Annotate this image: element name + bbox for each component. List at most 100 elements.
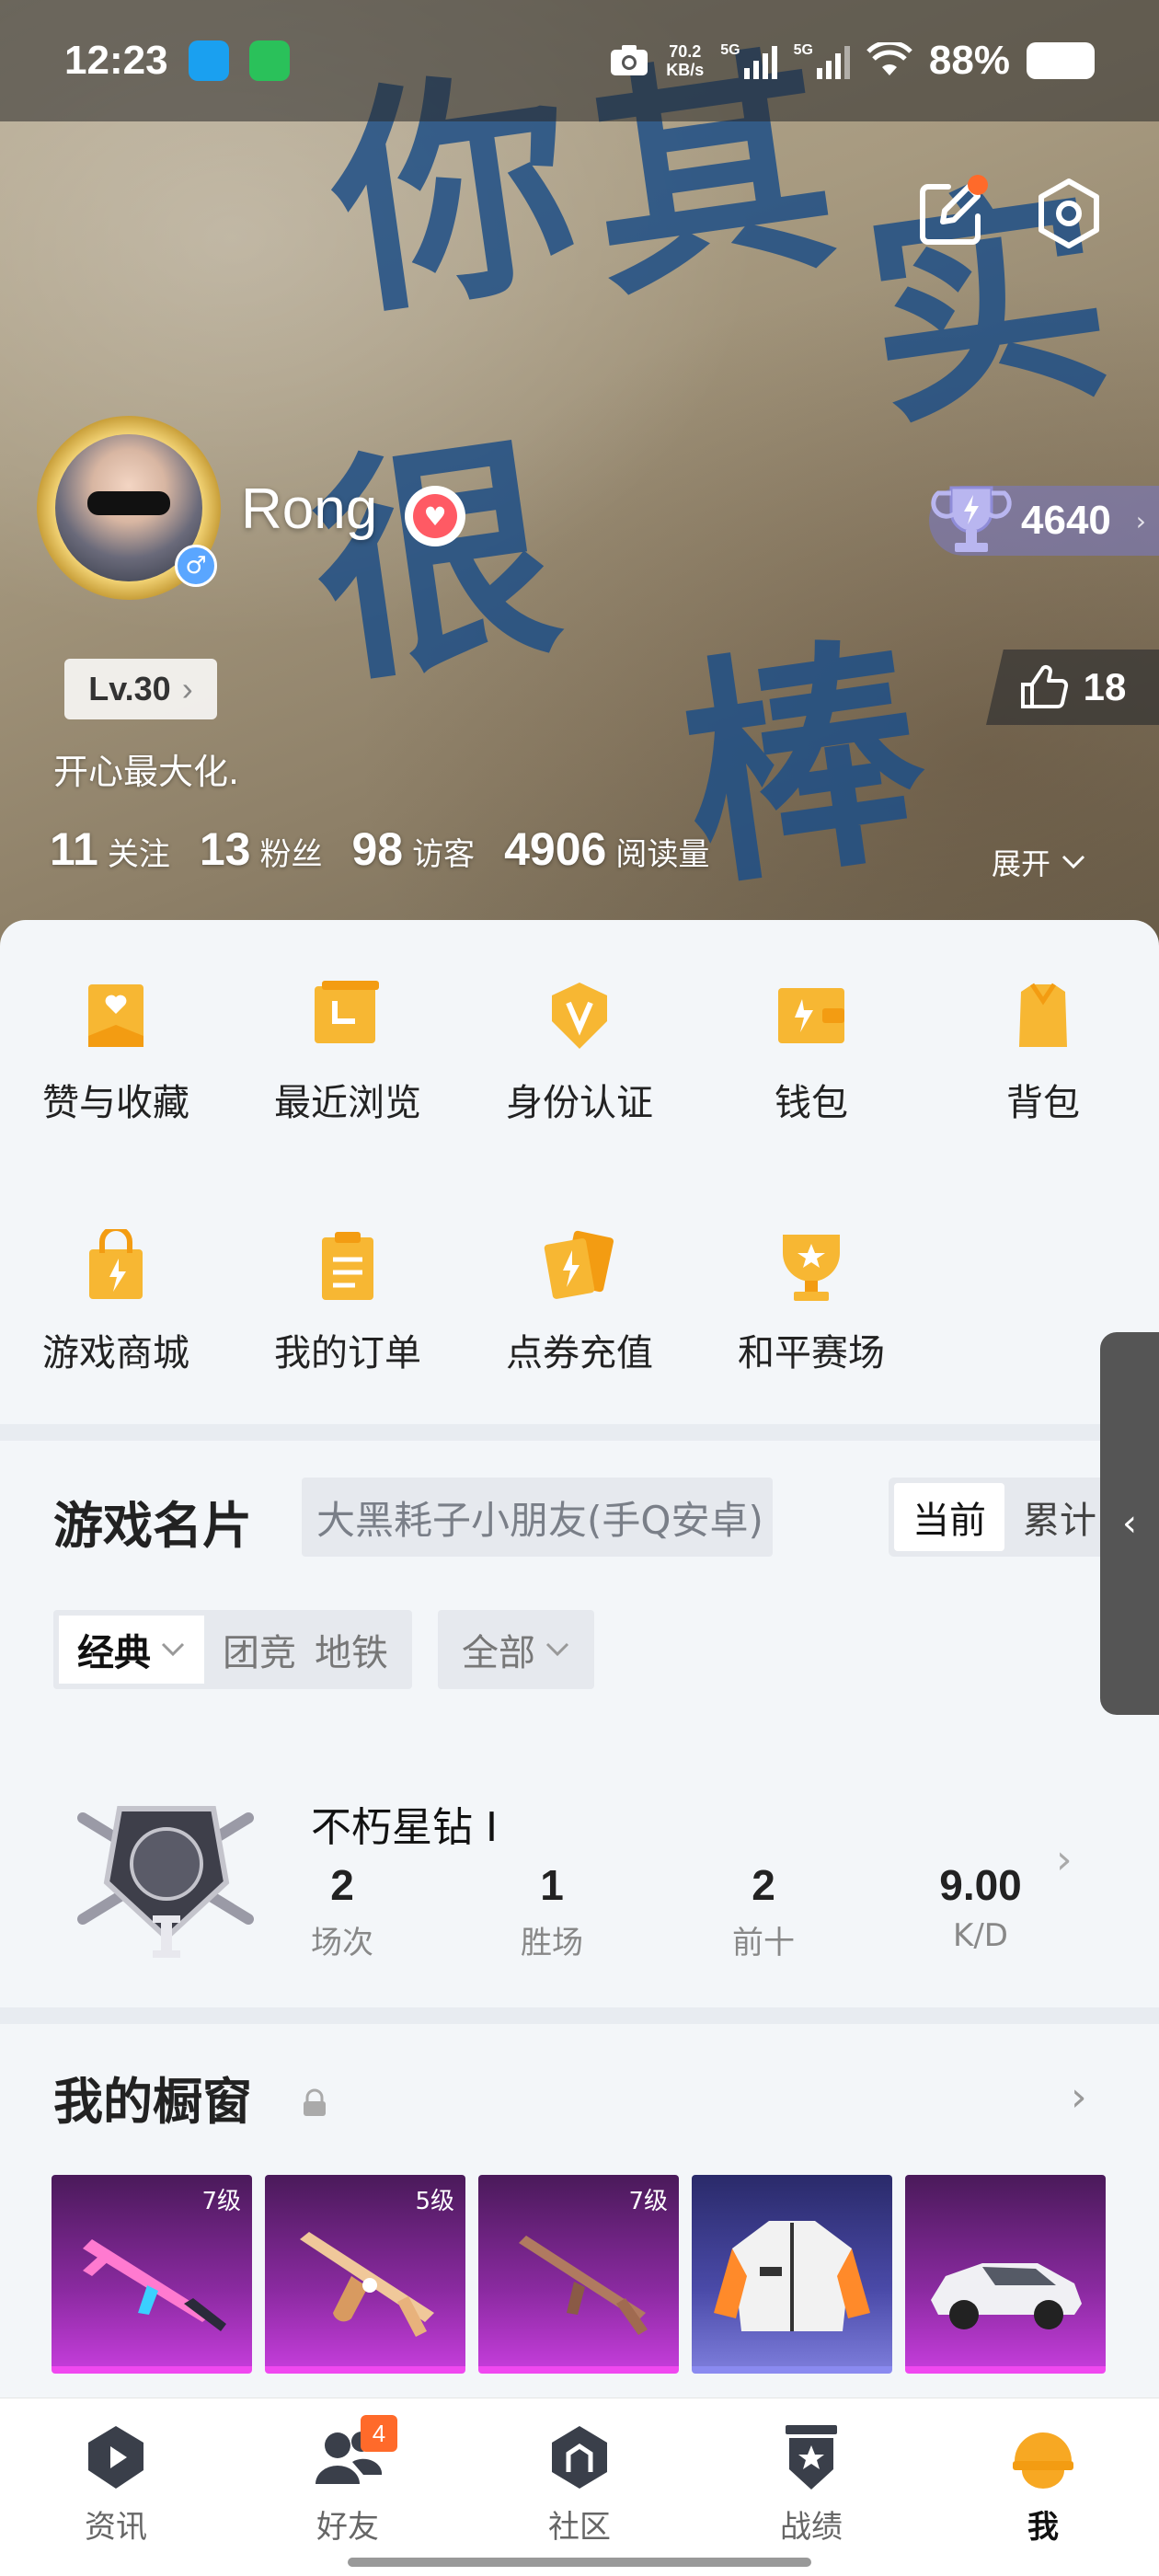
stat-number: 13 xyxy=(199,823,251,875)
trophy-score-pill[interactable]: 4640 › xyxy=(929,486,1159,556)
thumbs-up-icon xyxy=(1020,665,1068,708)
male-gender-icon: ♂ xyxy=(175,545,217,587)
browser-app-icon xyxy=(188,40,229,81)
stat-label: 场次 xyxy=(311,1925,373,1961)
qa-game-shop[interactable]: 游戏商城 xyxy=(0,1227,232,1376)
stat-kd: 9.00 K/D xyxy=(889,1860,1073,1954)
nav-label: 战绩 xyxy=(780,2509,843,2546)
stat-wins: 1 胜场 xyxy=(460,1860,644,1962)
battery-percent: 88% xyxy=(928,38,1010,83)
rank-emblem-icon xyxy=(77,1806,254,1958)
arena-icon xyxy=(773,1227,850,1305)
signal-icon: 5G xyxy=(794,42,850,79)
nav-community[interactable]: 社区 xyxy=(464,2421,695,2547)
stat-label: 前十 xyxy=(732,1925,795,1961)
level-text: Lv.30 xyxy=(88,670,171,707)
qa-peace-arena[interactable]: 和平赛场 xyxy=(695,1227,927,1376)
nav-record[interactable]: 战绩 xyxy=(695,2421,927,2547)
network-speed-value: 70.2 xyxy=(669,42,702,61)
segment-current[interactable]: 当前 xyxy=(894,1483,1004,1551)
qa-my-orders[interactable]: 我的订单 xyxy=(232,1227,464,1376)
stat-following[interactable]: 11 关注 xyxy=(50,822,170,876)
nav-label: 资讯 xyxy=(85,2509,147,2546)
chevron-down-icon xyxy=(1061,855,1085,869)
showcase-item[interactable]: 7级 xyxy=(52,2175,252,2374)
scope-filter[interactable]: 全部 xyxy=(438,1610,594,1689)
filter-metro[interactable]: 地铁 xyxy=(315,1616,407,1684)
qa-label: 最近浏览 xyxy=(274,1082,421,1124)
stat-value: 2 xyxy=(330,1861,354,1909)
side-drawer-handle[interactable]: ‹ xyxy=(1100,1332,1159,1715)
status-bar: 12:23 70.2 KB/s 5G 5G 88% xyxy=(0,0,1159,121)
rank-summary-row[interactable]: 不朽星钻 I 2 场次 1 胜场 2 前十 9.00 K/D › xyxy=(0,1766,1159,1996)
quick-actions-card: 赞与收藏 最近浏览 身份认证 钱包 背包 游戏商城 我的订单 点券充值 和平赛场 xyxy=(0,920,1159,1417)
avatar[interactable]: ♂ xyxy=(37,416,221,600)
rifle-icon xyxy=(83,2239,226,2331)
status-time: 12:23 xyxy=(64,38,168,83)
qa-coupon-recharge[interactable]: 点券充值 xyxy=(464,1227,695,1376)
nav-news[interactable]: 资讯 xyxy=(0,2421,232,2547)
qa-backpack[interactable]: 背包 xyxy=(927,977,1159,1126)
stat-top10: 2 前十 xyxy=(671,1860,855,1962)
nav-label: 社区 xyxy=(548,2509,611,2546)
qa-likes-favorites[interactable]: 赞与收藏 xyxy=(0,977,232,1126)
news-icon xyxy=(79,2421,153,2494)
settings-button[interactable] xyxy=(1030,175,1107,252)
stat-reads[interactable]: 4906 阅读量 xyxy=(504,822,709,876)
calligraphy-char: 实 xyxy=(849,149,1126,461)
showcase-item[interactable]: 7级 xyxy=(478,2175,679,2374)
heart-icon: ♥ xyxy=(413,494,457,538)
filter-classic[interactable]: 经典 xyxy=(59,1616,204,1684)
friends-badge: 4 xyxy=(361,2415,397,2452)
qa-recent-views[interactable]: 最近浏览 xyxy=(232,977,464,1126)
showcase-item[interactable] xyxy=(692,2175,892,2374)
stat-followers[interactable]: 13 粉丝 xyxy=(200,822,323,876)
level-badge[interactable]: Lv.30 › xyxy=(64,659,217,719)
stat-number: 4906 xyxy=(504,823,607,875)
network-speed-unit: KB/s xyxy=(666,61,705,79)
showcase-item[interactable]: 5级 xyxy=(265,2175,465,2374)
segment-cumulative[interactable]: 累计 xyxy=(1004,1483,1115,1551)
trophy-icon xyxy=(931,486,1012,552)
stat-matches: 2 场次 xyxy=(250,1860,434,1962)
heart-badge[interactable]: ♥ xyxy=(405,486,465,546)
stat-label: 胜场 xyxy=(521,1925,583,1961)
qa-label: 赞与收藏 xyxy=(42,1082,189,1124)
filter-team-deathmatch[interactable]: 团竞 xyxy=(204,1616,315,1684)
nav-label: 我 xyxy=(1027,2509,1059,2546)
trophy-score: 4640 xyxy=(1021,498,1111,543)
battery-icon xyxy=(1027,42,1095,79)
filter-classic-label: 经典 xyxy=(77,1632,151,1674)
section-divider xyxy=(0,1424,1159,1441)
shop-bag-icon xyxy=(77,1227,155,1305)
expand-button[interactable]: 展开 xyxy=(992,841,1087,883)
like-button[interactable]: 18 xyxy=(986,650,1159,725)
showcase-items: 7级 5级 7级 xyxy=(52,2175,1106,2374)
showcase-header[interactable]: 我的橱窗 › xyxy=(0,2061,1159,2144)
stat-value: 9.00 xyxy=(939,1861,1022,1909)
mode-filters: 经典 团竞 地铁 全部 xyxy=(53,1610,594,1689)
jacket-icon xyxy=(714,2221,870,2331)
wifi-icon xyxy=(866,42,912,75)
chevron-right-icon: › xyxy=(1056,1836,1073,1883)
qa-wallet[interactable]: 钱包 xyxy=(695,977,927,1126)
nav-friends[interactable]: 4 好友 xyxy=(232,2415,464,2547)
showcase-item[interactable] xyxy=(905,2175,1106,2374)
verify-icon xyxy=(541,977,618,1054)
qa-label: 钱包 xyxy=(775,1082,848,1124)
stat-number: 98 xyxy=(351,823,404,875)
stat-value: 2 xyxy=(752,1861,775,1909)
game-account-tag[interactable]: 大黑耗子小朋友(手Q安卓) xyxy=(302,1478,773,1557)
gear-icon xyxy=(1039,178,1099,248)
car-icon xyxy=(931,2263,1082,2329)
qa-identity-verify[interactable]: 身份认证 xyxy=(464,977,695,1126)
stat-visitors[interactable]: 98 访客 xyxy=(351,822,475,876)
expand-label: 展开 xyxy=(992,846,1051,881)
home-indicator xyxy=(348,2558,811,2567)
stat-label: 粉丝 xyxy=(259,836,323,873)
chevron-right-icon: › xyxy=(181,670,193,707)
record-icon xyxy=(775,2421,848,2494)
edit-profile-button[interactable] xyxy=(912,175,990,252)
nav-me[interactable]: 我 xyxy=(927,2421,1159,2547)
heart-folder-icon xyxy=(77,977,155,1054)
